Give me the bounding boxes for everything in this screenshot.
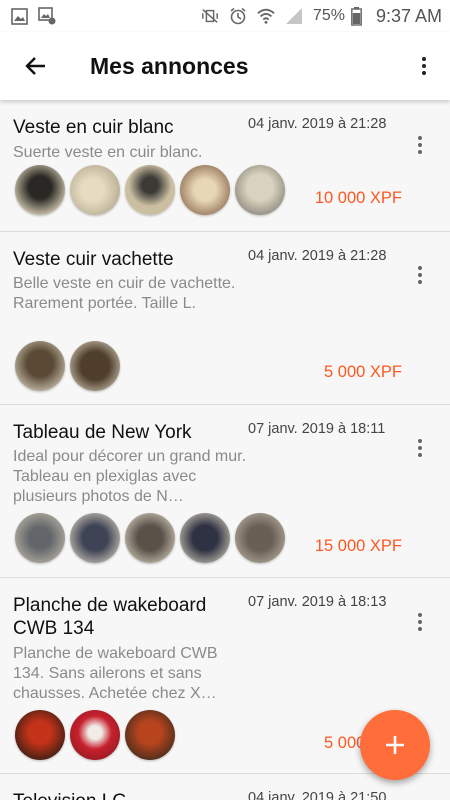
listing-photos — [15, 710, 175, 760]
status-bar-notifications — [10, 7, 56, 25]
status-bar-system: 75% 9:37 AM — [201, 6, 442, 27]
wifi-icon — [257, 7, 275, 25]
more-vert-icon — [422, 57, 426, 75]
listing-photo[interactable] — [125, 165, 175, 215]
listing-price: 15 000 XPF — [314, 537, 402, 555]
listings-list: Veste en cuir blanc 04 janv. 2019 à 21:2… — [0, 100, 450, 800]
more-vert-icon — [418, 613, 422, 631]
listing-menu-button[interactable] — [410, 130, 430, 160]
listing-photo[interactable] — [15, 341, 65, 391]
add-listing-button[interactable] — [360, 710, 430, 780]
clock: 9:37 AM — [375, 5, 442, 26]
battery-percent: 75% — [312, 7, 345, 24]
listing-menu-button[interactable] — [410, 433, 430, 463]
vibrate-off-icon — [201, 7, 219, 25]
more-vert-icon — [418, 439, 422, 457]
listing-photo[interactable] — [180, 513, 230, 563]
listing-photo[interactable] — [70, 710, 120, 760]
listing-title: Veste en cuir blanc — [13, 117, 174, 138]
listing-photos — [15, 341, 120, 391]
listing-date: 07 janv. 2019 à 18:13 — [248, 594, 387, 610]
back-button[interactable] — [20, 50, 52, 82]
listing-title: Television LG — [13, 790, 243, 800]
listing-photo[interactable] — [15, 513, 65, 563]
listing-price: 5 000 XPF — [324, 363, 402, 381]
app-bar-overflow-menu-button[interactable] — [412, 50, 436, 82]
listing-menu-button[interactable] — [410, 607, 430, 637]
listing-description: Ideal pour décorer un grand mur. Tableau… — [13, 448, 247, 505]
listing-price: 10 000 XPF — [314, 189, 402, 207]
alarm-icon — [229, 7, 247, 25]
listing-photo[interactable] — [180, 165, 230, 215]
listing-photo[interactable] — [235, 513, 285, 563]
more-vert-icon — [418, 266, 422, 284]
more-vert-icon — [418, 136, 422, 154]
listing-description: Planche de wakeboard CWB 134. Sans ailer… — [13, 645, 218, 702]
page-title: Mes annonces — [90, 52, 249, 79]
listing-card[interactable]: Veste en cuir blanc 04 janv. 2019 à 21:2… — [0, 100, 450, 232]
listing-card[interactable]: Tableau de New York 07 janv. 2019 à 18:1… — [0, 405, 450, 578]
listing-date: 04 janv. 2019 à 21:50 — [248, 790, 387, 800]
listing-title: Planche de wakeboard CWB 134 — [13, 595, 207, 639]
gallery-sync-notification-icon — [38, 7, 56, 25]
status-bar: 75% 9:37 AM — [0, 0, 450, 32]
signal-icon — [285, 7, 303, 25]
app-bar: Mes annonces — [0, 32, 450, 100]
listing-description: Suerte veste en cuir blanc. — [13, 144, 203, 161]
listing-photos — [15, 165, 285, 215]
listing-photos — [15, 513, 285, 563]
listing-card[interactable]: Veste cuir vachette 04 janv. 2019 à 21:2… — [0, 232, 450, 405]
arrow-left-icon — [25, 57, 45, 75]
listing-description: Belle veste en cuir de vachette. Raremen… — [13, 275, 236, 312]
listing-photo[interactable] — [15, 165, 65, 215]
battery-indicator: 75% — [312, 6, 366, 26]
listing-photo[interactable] — [70, 341, 120, 391]
image-notification-icon — [10, 7, 28, 25]
listing-title: Tableau de New York — [13, 422, 192, 443]
listing-title: Veste cuir vachette — [13, 249, 174, 270]
listing-photo[interactable] — [125, 710, 175, 760]
listing-menu-button[interactable] — [410, 260, 430, 290]
listing-photo[interactable] — [235, 165, 285, 215]
battery-icon — [348, 6, 366, 26]
listing-photo[interactable] — [70, 513, 120, 563]
listing-date: 04 janv. 2019 à 21:28 — [248, 116, 387, 132]
listing-date: 07 janv. 2019 à 18:11 — [248, 421, 386, 437]
listing-date: 04 janv. 2019 à 21:28 — [248, 248, 387, 264]
listing-photo[interactable] — [70, 165, 120, 215]
listing-photo[interactable] — [15, 710, 65, 760]
listing-photo[interactable] — [125, 513, 175, 563]
plus-icon — [386, 736, 404, 754]
